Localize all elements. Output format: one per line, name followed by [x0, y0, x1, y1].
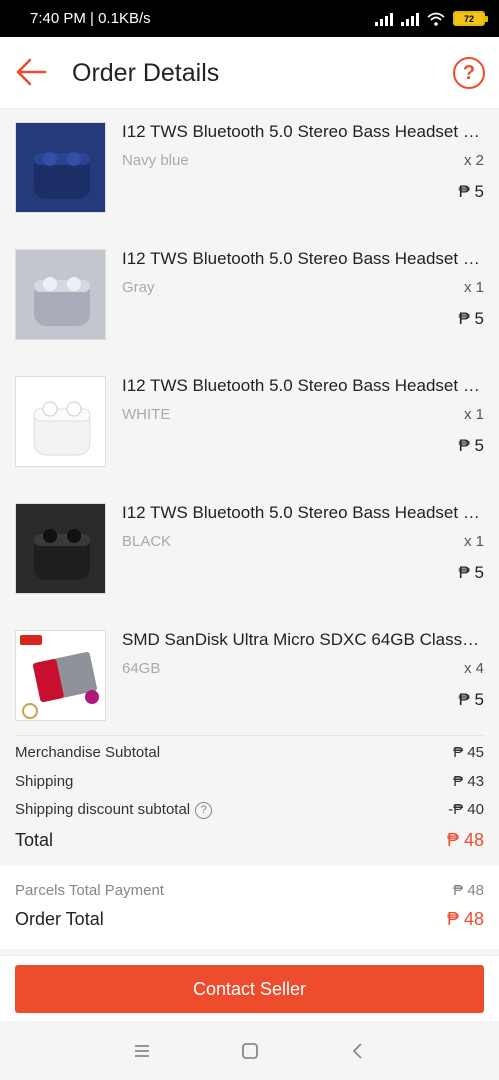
item-quantity: x 1 [463, 533, 484, 550]
shipping-discount-label: Shipping discount subtotal [15, 801, 191, 818]
earbuds-case-image [33, 401, 91, 456]
order-total-label: Order Total [15, 909, 104, 929]
signal-2-icon [401, 12, 419, 26]
item-variant: 64GB [122, 660, 161, 677]
item-variant: Navy blue [122, 152, 189, 169]
sd-card-image [20, 635, 99, 719]
order-item[interactable]: SMD SanDisk Ultra Micro SDXC 64GB Class … [0, 617, 499, 744]
wifi-icon [427, 12, 445, 26]
payment-panel: Parcels Total Payment ₱ 48 Order Total ₱… [0, 866, 499, 949]
order-item[interactable]: I12 TWS Bluetooth 5.0 Stereo Bass Headse… [0, 363, 499, 490]
item-title: I12 TWS Bluetooth 5.0 Stereo Bass Headse… [122, 122, 482, 141]
product-thumbnail [15, 249, 106, 340]
order-item[interactable]: I12 TWS Bluetooth 5.0 Stereo Bass Headse… [0, 109, 499, 236]
battery-icon: 72 [453, 11, 488, 26]
bottom-action-bar: Contact Seller [0, 955, 499, 1021]
order-items-list: I12 TWS Bluetooth 5.0 Stereo Bass Headse… [0, 109, 499, 744]
shipping-label: Shipping [15, 773, 74, 790]
product-thumbnail [15, 376, 106, 467]
status-bar: 7:40 PM | 0.1KB/s 72 [0, 0, 499, 37]
total-label: Total [15, 830, 54, 850]
divider [15, 735, 484, 736]
page-title: Order Details [72, 59, 220, 87]
header: Order Details ? [0, 37, 499, 109]
item-quantity: x 1 [463, 279, 484, 296]
item-quantity: x 1 [463, 406, 484, 423]
earbuds-case-image [34, 529, 90, 580]
item-title: I12 TWS Bluetooth 5.0 Stereo Bass Headse… [122, 376, 482, 395]
help-icon[interactable]: ? [453, 57, 485, 89]
price-summary: Merchandise Subtotal ₱ 45 Shipping ₱ 43 … [0, 735, 499, 865]
menu-icon[interactable] [131, 1040, 153, 1062]
shipping-discount-value: -₱ 40 [448, 801, 484, 819]
item-title: SMD SanDisk Ultra Micro SDXC 64GB Class … [122, 630, 482, 649]
back-chevron-icon[interactable] [347, 1040, 369, 1062]
parcels-total-row: Parcels Total Payment ₱ 48 [15, 882, 484, 899]
merchandise-subtotal-row: Merchandise Subtotal ₱ 45 [15, 744, 484, 761]
home-square-icon[interactable] [239, 1040, 261, 1062]
item-variant: Gray [122, 279, 155, 296]
item-price: ₱ 5 [458, 563, 484, 582]
product-thumbnail [15, 503, 106, 594]
merchandise-subtotal-label: Merchandise Subtotal [15, 744, 161, 761]
item-variant: WHITE [122, 406, 171, 423]
earbuds-case-image [34, 152, 90, 199]
item-variant: BLACK [122, 533, 172, 550]
earbuds-case-image [34, 277, 90, 326]
total-value: ₱ 48 [446, 830, 484, 850]
item-price: ₱ 5 [458, 436, 484, 455]
shipping-discount-label-wrap: Shipping discount subtotal? [15, 801, 213, 819]
product-thumbnail [15, 630, 106, 721]
back-arrow-icon[interactable] [14, 57, 48, 87]
system-nav-bar [0, 1021, 499, 1080]
item-title: I12 TWS Bluetooth 5.0 Stereo Bass Headse… [122, 249, 482, 268]
item-price: ₱ 5 [458, 182, 484, 201]
order-item[interactable]: I12 TWS Bluetooth 5.0 Stereo Bass Headse… [0, 236, 499, 363]
status-time: 7:40 PM | 0.1KB/s [30, 10, 151, 27]
item-title: I12 TWS Bluetooth 5.0 Stereo Bass Headse… [122, 503, 482, 522]
order-item[interactable]: I12 TWS Bluetooth 5.0 Stereo Bass Headse… [0, 490, 499, 617]
status-icons: 72 [375, 11, 488, 26]
shipping-value: ₱ 43 [453, 773, 484, 790]
merchandise-subtotal-value: ₱ 45 [453, 744, 484, 761]
product-thumbnail [15, 122, 106, 213]
info-question-icon[interactable]: ? [195, 801, 213, 819]
item-quantity: x 2 [463, 152, 484, 169]
shipping-discount-row: Shipping discount subtotal? -₱ 40 [15, 801, 484, 819]
parcels-total-label: Parcels Total Payment [15, 882, 164, 899]
item-price: ₱ 5 [458, 690, 484, 709]
signal-icon [375, 12, 393, 26]
shipping-row: Shipping ₱ 43 [15, 773, 484, 790]
parcels-total-value: ₱ 48 [453, 882, 484, 899]
order-total-value: ₱ 48 [446, 909, 484, 929]
contact-seller-button[interactable]: Contact Seller [15, 965, 484, 1013]
total-row: Total ₱ 48 [15, 830, 484, 851]
order-total-row: Order Total ₱ 48 [15, 909, 484, 930]
item-price: ₱ 5 [458, 309, 484, 328]
item-quantity: x 4 [463, 660, 484, 677]
